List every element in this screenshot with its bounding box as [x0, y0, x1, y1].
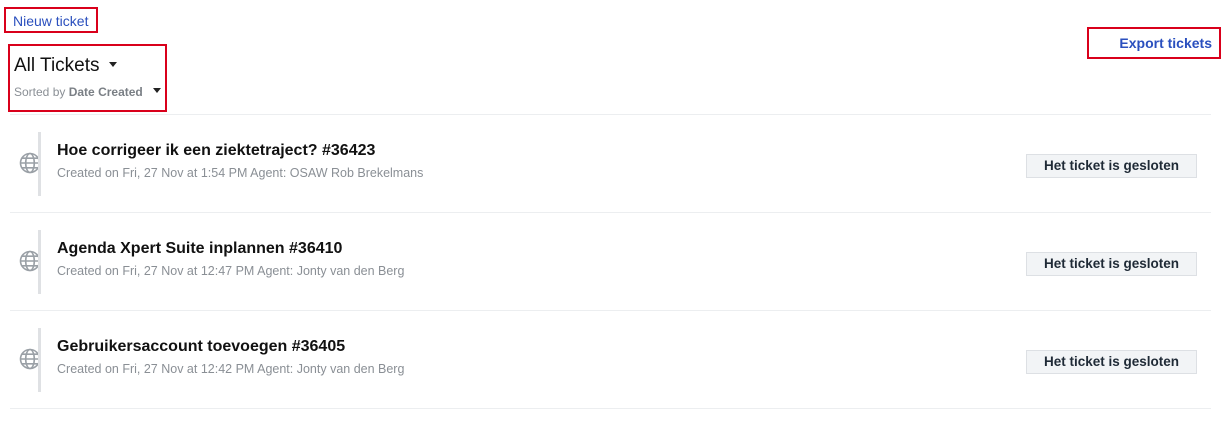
ticket-subject[interactable]: Gebruikersaccount toevoegen #36405 — [57, 338, 345, 356]
view-label: All Tickets — [14, 55, 100, 76]
new-ticket-link[interactable]: Nieuw ticket — [4, 7, 98, 33]
ticket-row[interactable]: Agenda Xpert Suite inplannen #36410 Crea… — [10, 213, 1211, 311]
caret-down-icon — [152, 88, 161, 94]
ticket-meta: Created on Fri, 27 Nov at 12:47 PM Agent… — [57, 264, 405, 278]
ticket-meta: Created on Fri, 27 Nov at 1:54 PM Agent:… — [57, 166, 424, 180]
ticket-filter: All Tickets Sorted by Date Created — [8, 44, 167, 112]
ticket-meta: Created on Fri, 27 Nov at 12:42 PM Agent… — [57, 362, 405, 376]
ticket-accent — [38, 132, 41, 196]
ticket-row[interactable]: Gebruikersaccount toevoegen #36405 Creat… — [10, 311, 1211, 409]
view-selector[interactable]: All Tickets — [14, 55, 117, 77]
sort-field: Date Created — [68, 85, 143, 99]
status-badge: Het ticket is gesloten — [1026, 252, 1197, 276]
status-badge: Het ticket is gesloten — [1026, 350, 1197, 374]
sort-selector[interactable]: Sorted by Date Created — [14, 85, 161, 99]
ticket-subject[interactable]: Agenda Xpert Suite inplannen #36410 — [57, 240, 342, 258]
ticket-row[interactable]: Hoe corrigeer ik een ziektetraject? #364… — [10, 115, 1211, 213]
ticket-accent — [38, 230, 41, 294]
caret-down-icon — [108, 61, 117, 67]
divider — [10, 408, 1211, 409]
status-badge: Het ticket is gesloten — [1026, 154, 1197, 178]
ticket-subject[interactable]: Hoe corrigeer ik een ziektetraject? #364… — [57, 142, 375, 160]
export-tickets-link[interactable]: Export tickets — [1087, 27, 1221, 59]
ticket-accent — [38, 328, 41, 392]
sort-prefix: Sorted by — [14, 85, 66, 99]
